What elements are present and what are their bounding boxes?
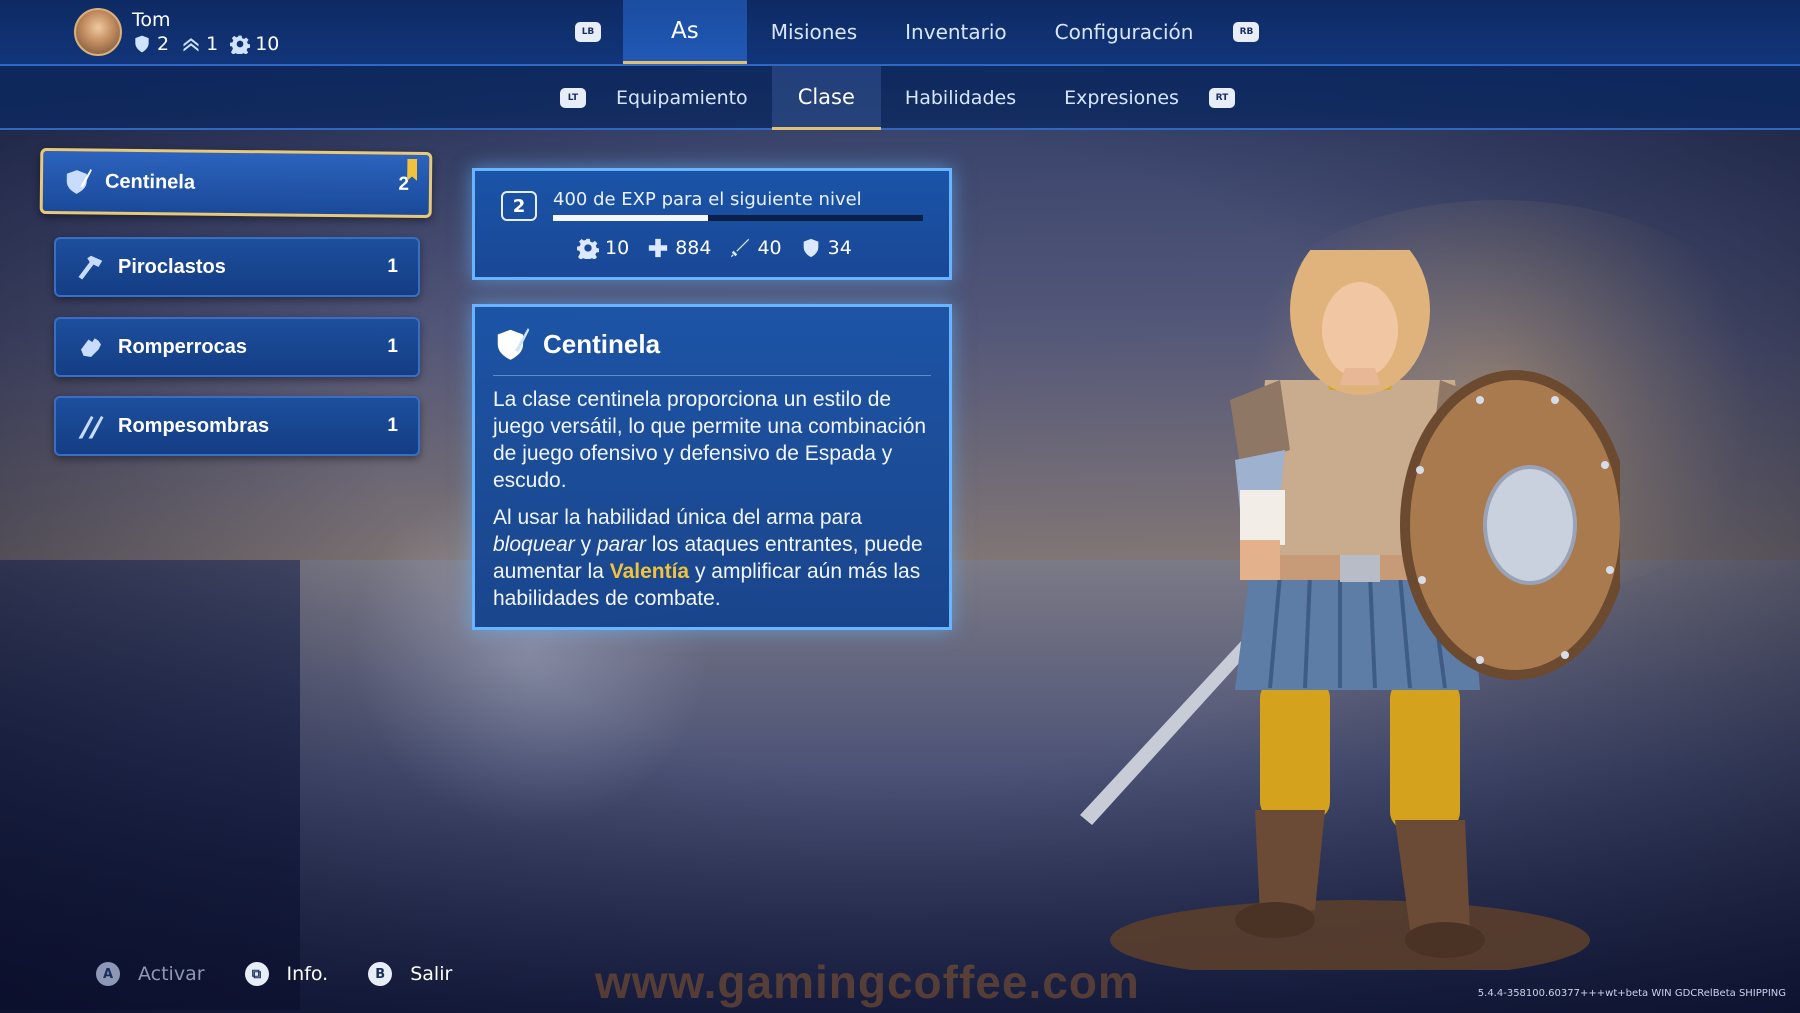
stat-defense: 34: [800, 237, 852, 259]
gear-icon: [230, 35, 251, 54]
class-description-2: Al usar la habilidad única del arma para…: [493, 506, 923, 610]
gear-icon: [577, 238, 599, 259]
sword-icon: [731, 238, 750, 258]
player-stat-rank: 1: [181, 33, 218, 55]
exp-progress-fill: [553, 215, 709, 221]
hint-salir[interactable]: B Salir: [368, 962, 452, 986]
player-stat-shield: 2: [132, 33, 169, 55]
player-stats: 2 1 10: [132, 33, 279, 55]
build-version: 5.4.4-358100.60377+++wt+beta WIN GDCRelB…: [1477, 988, 1786, 999]
valentia-keyword: Valentía: [609, 560, 690, 583]
lb-button[interactable]: LB: [575, 22, 601, 42]
player-card: Tom 2 1 10: [74, 8, 279, 56]
class-title: Centinela: [543, 328, 661, 359]
tab-inventario[interactable]: Inventario: [881, 0, 1031, 64]
class-description-panel: Centinela La clase centinela proporciona…: [472, 304, 952, 630]
class-item-centinela[interactable]: Centinela 2: [39, 147, 433, 219]
class-item-romperrocas[interactable]: Romperrocas 1: [54, 317, 420, 377]
character-model: [1080, 250, 1620, 970]
tab-as[interactable]: As: [623, 0, 747, 64]
class-description-1: La clase centinela proporciona un estilo…: [493, 388, 927, 492]
hint-activar[interactable]: A Activar: [96, 962, 205, 986]
hint-info[interactable]: ⧉ Info.: [244, 962, 328, 986]
top-navigation: LB As Misiones Inventario Configuración …: [575, 0, 1260, 64]
rt-button[interactable]: RT: [1208, 88, 1235, 108]
class-item-piroclastos[interactable]: Piroclastos 1: [54, 237, 420, 297]
exp-text: 400 de EXP para el siguiente nivel: [553, 189, 862, 210]
shield-icon: [135, 35, 149, 53]
exp-panel: 2 400 de EXP para el siguiente nivel 10 …: [472, 168, 952, 280]
stat-attack: 40: [729, 237, 782, 259]
daggers-icon: [76, 411, 106, 441]
shield-sword-icon: [497, 328, 530, 360]
top-bar: Tom 2 1 10 LB As Misiones Inventario Con…: [0, 0, 1800, 66]
player-name: Tom: [132, 9, 171, 31]
class-level-badge: 2: [501, 191, 537, 221]
shield-icon: [803, 238, 818, 258]
sub-navigation: LT Equipamiento Clase Habilidades Expres…: [560, 66, 1235, 130]
view-button-icon: ⧉: [244, 962, 269, 986]
chevron-rank-icon: [183, 38, 199, 52]
b-button-icon: B: [368, 962, 393, 986]
exp-progress-bar: [553, 215, 923, 221]
lt-button[interactable]: LT: [560, 88, 586, 108]
player-avatar: [74, 8, 122, 56]
hammer-icon: [76, 252, 106, 282]
a-button-icon: A: [96, 962, 120, 986]
watermark: www.gamingcoffee.com: [595, 956, 1140, 1008]
tab-equipamiento[interactable]: Equipamiento: [592, 66, 772, 130]
rb-button[interactable]: RB: [1233, 22, 1260, 42]
sub-bar: LT Equipamiento Clase Habilidades Expres…: [0, 66, 1800, 130]
controller-hints: A Activar ⧉ Info. B Salir: [96, 962, 492, 986]
stat-gear: 10: [577, 237, 629, 259]
tab-expresiones[interactable]: Expresiones: [1040, 66, 1203, 130]
tab-configuracion[interactable]: Configuración: [1031, 0, 1218, 64]
class-item-rompesombras[interactable]: Rompesombras 1: [54, 396, 420, 456]
player-stat-gear: 10: [230, 33, 279, 55]
class-stats: 10 884 40 34: [577, 237, 852, 259]
stat-health: 884: [647, 237, 711, 259]
tab-clase[interactable]: Clase: [771, 66, 881, 130]
tab-misiones[interactable]: Misiones: [747, 0, 881, 64]
tab-habilidades[interactable]: Habilidades: [881, 66, 1040, 130]
shield-sword-icon: [63, 166, 93, 196]
health-icon: [649, 238, 668, 258]
gauntlet-icon: [76, 332, 106, 362]
bookmark-icon: [407, 159, 417, 181]
